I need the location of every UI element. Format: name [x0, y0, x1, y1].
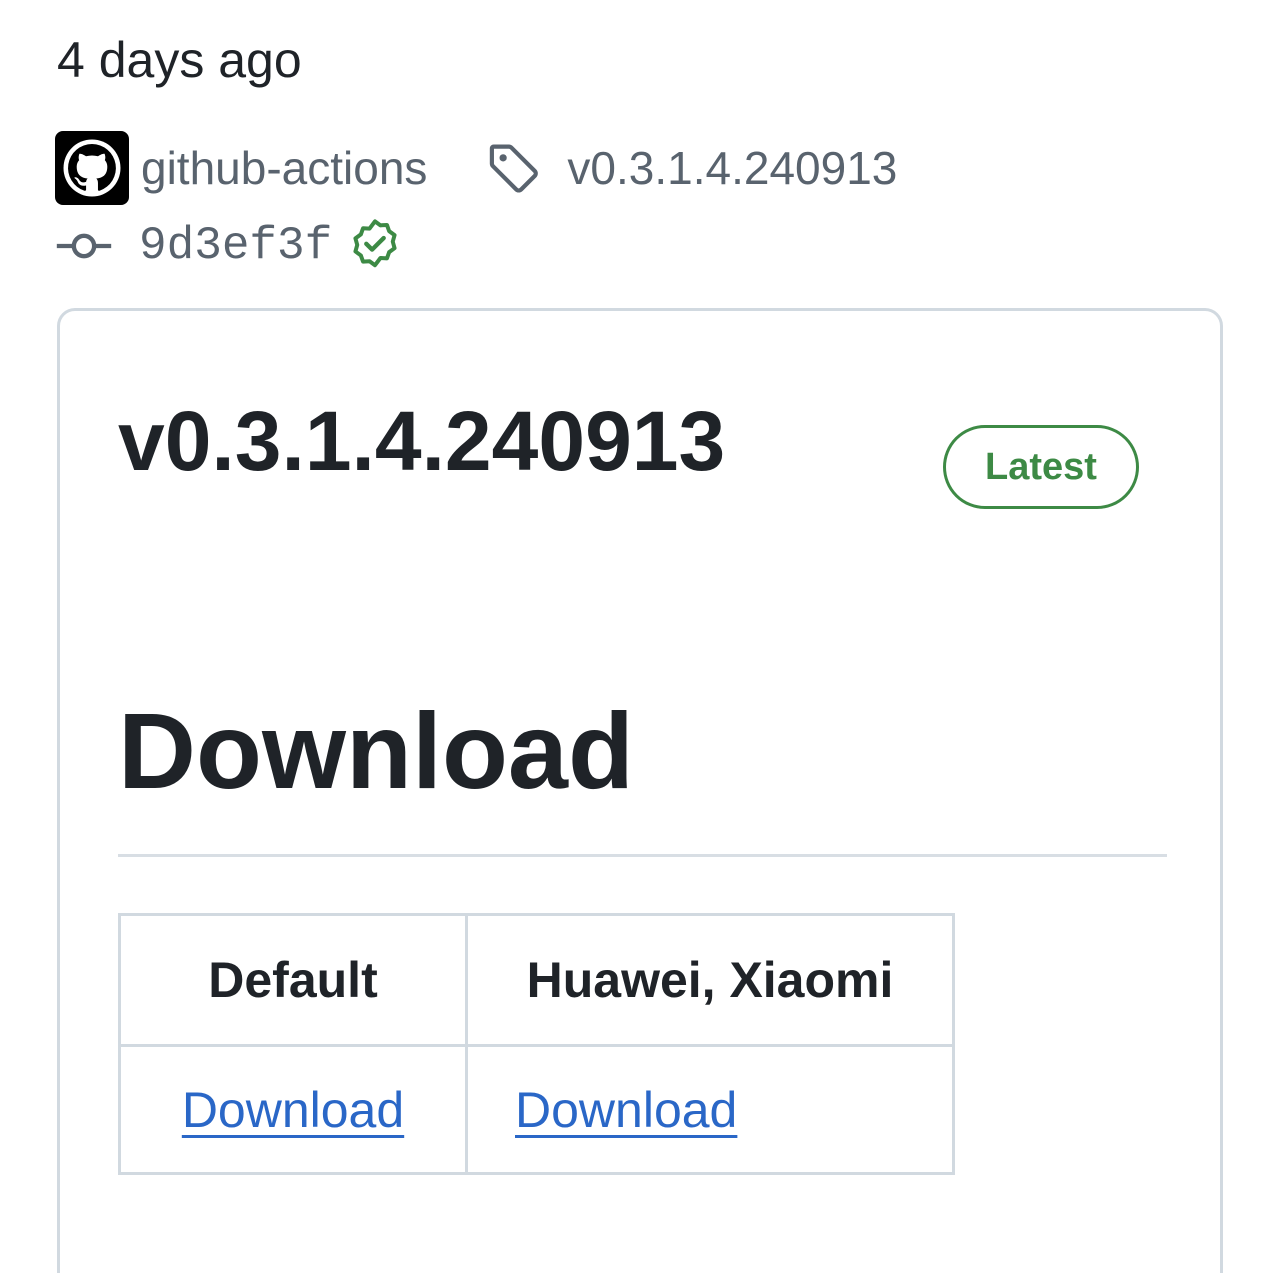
column-header-huawei-xiaomi: Huawei, Xiaomi — [465, 913, 955, 1047]
tag-icon — [485, 139, 543, 197]
heading-divider — [118, 854, 1167, 857]
table-header-row: Default Huawei, Xiaomi — [118, 913, 955, 1047]
table-cell: Download — [465, 1044, 955, 1175]
table-cell: Download — [118, 1044, 468, 1175]
release-title[interactable]: v0.3.1.4.240913 — [118, 391, 725, 491]
latest-badge: Latest — [943, 425, 1139, 509]
tag-name[interactable]: v0.3.1.4.240913 — [567, 141, 897, 195]
git-commit-icon — [55, 217, 113, 275]
commit-info: 9d3ef3f — [55, 216, 404, 276]
commit-sha[interactable]: 9d3ef3f — [139, 220, 332, 272]
download-table: Default Huawei, Xiaomi Download Download — [118, 913, 955, 1175]
download-default-link[interactable]: Download — [182, 1082, 404, 1138]
verified-check-icon[interactable] — [346, 217, 404, 275]
column-header-default: Default — [118, 913, 468, 1047]
download-heading: Download — [118, 690, 634, 811]
table-row: Download Download — [118, 1044, 955, 1175]
release-card: v0.3.1.4.240913 Latest Download Default … — [57, 308, 1223, 1273]
release-page: 4 days ago github-actions v0.3.1.4.24091… — [0, 0, 1280, 1273]
release-date[interactable]: 4 days ago — [57, 30, 302, 90]
release-meta: github-actions v0.3.1.4.240913 — [55, 131, 897, 205]
download-huawei-xiaomi-link[interactable]: Download — [515, 1082, 737, 1138]
author-name[interactable]: github-actions — [141, 141, 427, 195]
github-logo-icon[interactable] — [55, 131, 129, 205]
